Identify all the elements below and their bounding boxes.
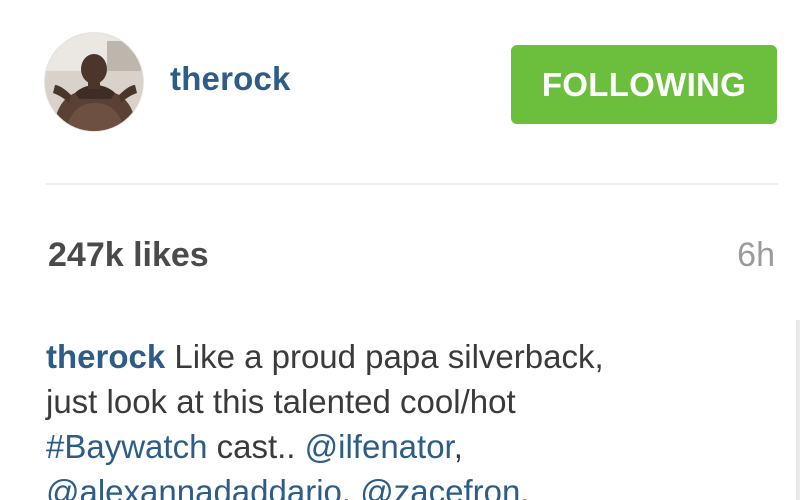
mention-link[interactable]: @alexannadaddario bbox=[46, 473, 342, 500]
hashtag-link[interactable]: #Baywatch bbox=[46, 428, 207, 465]
divider bbox=[46, 183, 778, 185]
profile-photo-icon bbox=[45, 33, 143, 131]
instagram-post: therock FOLLOWING 247k likes 6h therock … bbox=[0, 0, 800, 500]
caption-author-link[interactable]: therock bbox=[46, 338, 165, 375]
caption-text-line1: Like a proud papa silverback, bbox=[165, 338, 604, 375]
caption-punctuation: , bbox=[520, 473, 530, 500]
caption-text-line2: just look at this talented cool/hot bbox=[46, 383, 516, 420]
likes-count[interactable]: 247k likes bbox=[48, 236, 209, 275]
caption-text-cast: cast.. bbox=[207, 428, 305, 465]
mention-link[interactable]: @ilfenator bbox=[305, 428, 454, 465]
scrollbar[interactable] bbox=[796, 320, 800, 500]
post-caption: therock Like a proud papa silverback, ju… bbox=[46, 334, 746, 500]
caption-punctuation: , bbox=[453, 428, 463, 465]
following-button[interactable]: FOLLOWING bbox=[511, 45, 777, 124]
username-link[interactable]: therock bbox=[170, 60, 291, 98]
mention-link[interactable]: @zacefron bbox=[360, 473, 520, 500]
post-header: therock FOLLOWING bbox=[0, 0, 800, 170]
avatar[interactable] bbox=[44, 32, 144, 132]
caption-punctuation: , bbox=[341, 473, 361, 500]
post-time[interactable]: 6h bbox=[737, 236, 775, 275]
